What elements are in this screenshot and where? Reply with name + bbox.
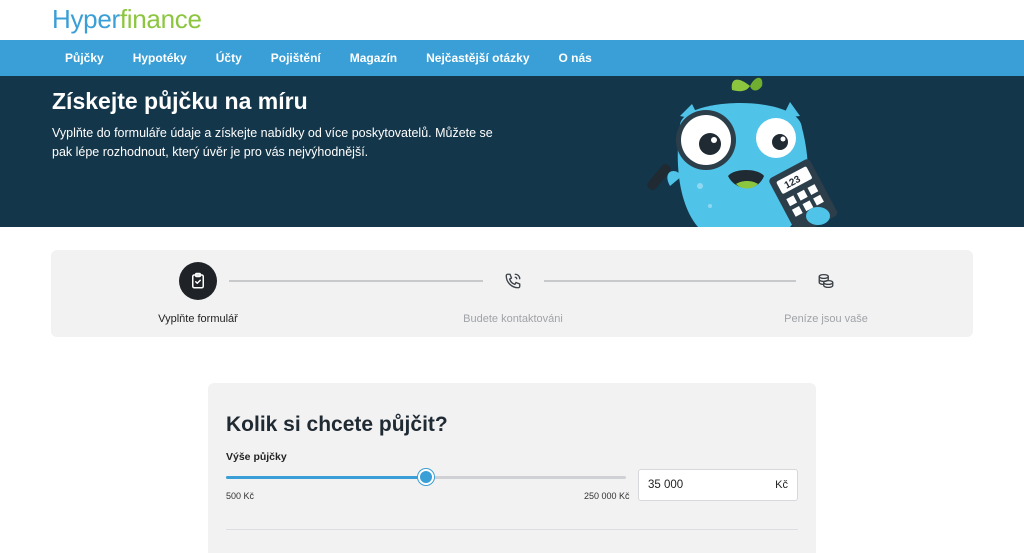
nav-item-faq[interactable]: Nejčastější otázky <box>426 51 529 65</box>
nav-item-o-nas[interactable]: O nás <box>559 51 592 65</box>
progress-steps: Vyplňte formulář Budete kontaktováni Pen… <box>51 250 973 337</box>
loan-amount-field[interactable]: Kč <box>638 469 798 501</box>
step-2-label: Budete kontaktováni <box>463 313 563 325</box>
step-3-indicator <box>807 262 845 300</box>
slider-fill <box>226 476 426 479</box>
step-1-label: Vyplňte formulář <box>158 313 238 325</box>
main-nav: Půjčky Hypotéky Účty Pojištění Magazín N… <box>0 40 1024 76</box>
nav-item-magazin[interactable]: Magazín <box>350 51 397 65</box>
slider-max-label: 250 000 Kč <box>584 491 630 501</box>
loan-amount-input[interactable] <box>648 470 768 500</box>
loan-amount-label: Výše půjčky <box>226 451 287 463</box>
step-connector-2 <box>544 280 796 282</box>
coins-icon <box>818 273 834 289</box>
form-divider <box>226 529 798 530</box>
hero-banner: Získejte půjčku na míru Vyplňte do formu… <box>0 76 1024 227</box>
slider-thumb[interactable] <box>418 469 434 485</box>
hero-title: Získejte půjčku na míru <box>52 88 308 114</box>
nav-item-ucty[interactable]: Účty <box>216 51 242 65</box>
nav-item-pujcky[interactable]: Půjčky <box>65 51 104 65</box>
step-1-indicator <box>179 262 217 300</box>
clipboard-check-icon <box>192 272 204 289</box>
step-3-label: Peníze jsou vaše <box>784 313 868 325</box>
nav-item-hypoteky[interactable]: Hypotéky <box>133 51 187 65</box>
loan-amount-slider[interactable] <box>226 469 626 485</box>
mascot-illustration: 123 <box>647 77 838 227</box>
nav-item-pojisteni[interactable]: Pojištění <box>271 51 321 65</box>
hero-description: Vyplňte do formuláře údaje a získejte na… <box>52 126 493 159</box>
step-2-indicator <box>494 262 532 300</box>
step-connector-1 <box>229 280 483 282</box>
slider-min-label: 500 Kč <box>226 491 255 501</box>
currency-unit: Kč <box>775 479 788 491</box>
top-bar: Hyperfinance <box>0 0 1024 40</box>
logo[interactable]: Hyperfinance <box>52 4 202 34</box>
loan-form-card: Kolik si chcete půjčit? Výše půjčky 500 … <box>208 383 816 553</box>
form-title: Kolik si chcete půjčit? <box>226 413 448 436</box>
phone-call-icon <box>505 273 521 289</box>
